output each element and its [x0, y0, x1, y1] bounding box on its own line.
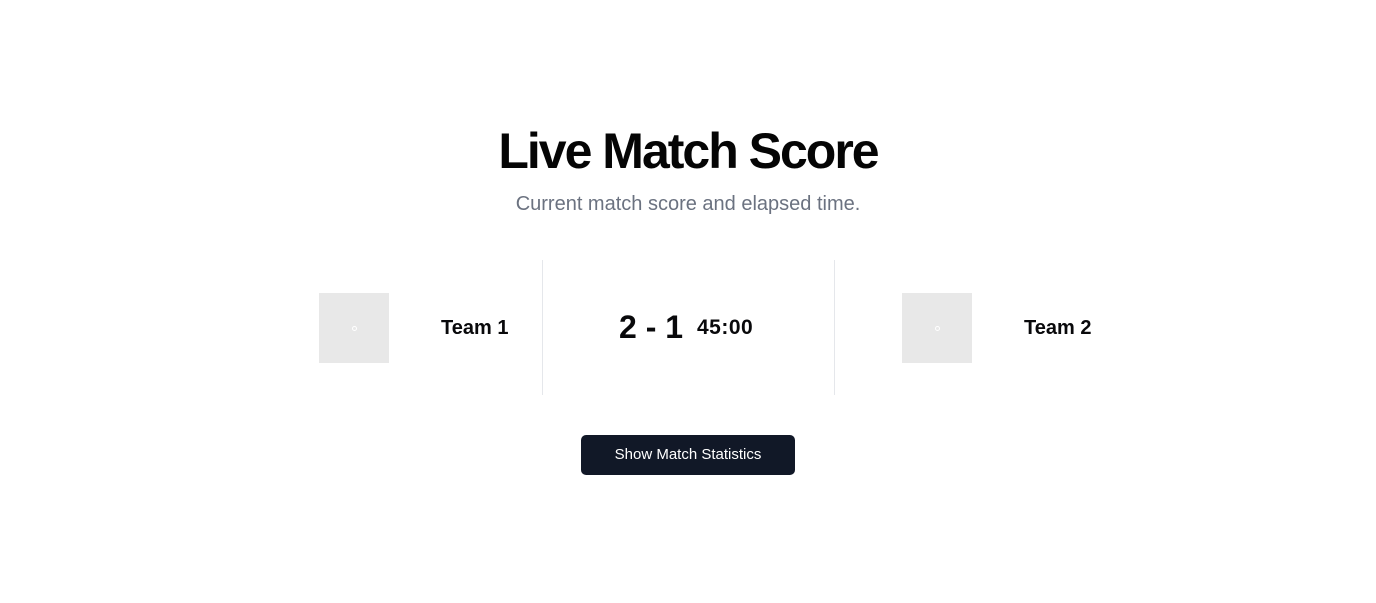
page-subtitle: Current match score and elapsed time. — [515, 193, 861, 215]
logo-placeholder-icon — [351, 325, 357, 331]
home-team-logo-icon — [319, 293, 389, 363]
match-score: 2 - 1 — [619, 309, 684, 345]
away-team-name: Team 2 — [1024, 317, 1092, 339]
away-team-logo-icon — [902, 293, 972, 363]
logo-placeholder-icon — [934, 325, 940, 331]
divider-right — [834, 260, 835, 395]
scoreboard: Team 1 2 - 1 45:00 Team 2 — [300, 260, 1136, 395]
elapsed-time: 45:00 — [697, 316, 754, 339]
home-team-name: Team 1 — [441, 317, 509, 339]
show-match-statistics-button[interactable]: Show Match Statistics — [581, 435, 795, 475]
page-title: Live Match Score — [498, 123, 879, 179]
divider-left — [542, 260, 543, 395]
page: Live Match Score Current match score and… — [0, 0, 1376, 603]
